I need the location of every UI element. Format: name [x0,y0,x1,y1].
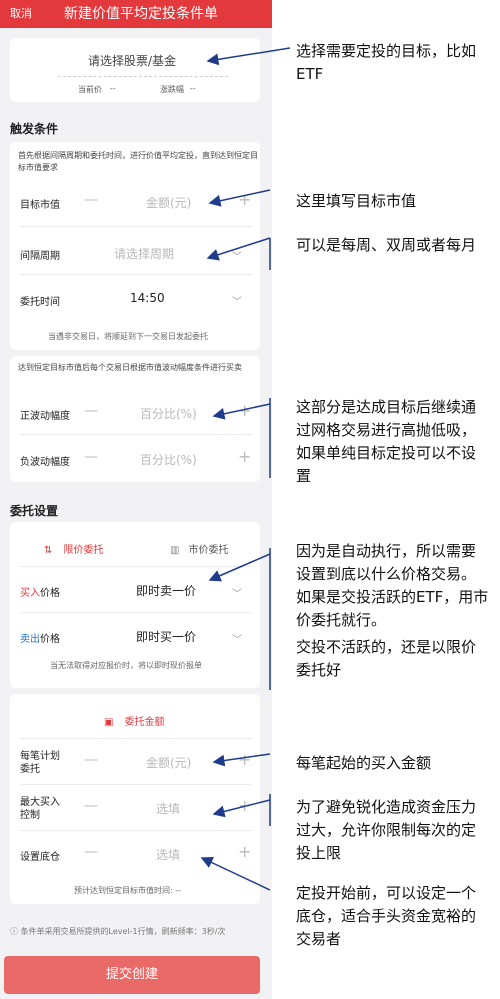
neg-fluct-minus-button[interactable]: — [84,449,98,465]
price-word: 价格 [40,588,60,599]
annotation-order-price: 因为是自动执行，所以需要设置到底以什么价格交易。如果是交投活跃的ETF，用市价委… [296,542,489,629]
footer-note-text: 条件单采用交易所提供的Level-1行情，刷新频率：3秒/次 [20,927,226,936]
base-position-label: 设置底仓 [20,852,60,863]
buy-word: 买入 [20,588,40,599]
divider [20,784,252,785]
target-value-plus-button[interactable]: + [238,190,251,209]
sell-price-select[interactable]: 即时买一价 [136,628,196,645]
chevron-down-icon[interactable]: ﹀ [232,293,242,308]
per-order-label-line1: 每笔计划 [20,751,60,762]
divider [20,226,252,227]
base-position-input[interactable]: 选填 [156,846,180,863]
wallet-icon: ▣ [104,717,114,728]
annotation-fluctuation: 这部分是达成目标后继续通过网格交易进行高抛低吸，如果单纯目标定投可以不设置 [296,398,477,485]
order-section-title: 委托设置 [10,504,59,518]
annotation-base-position: 定投开始前，可以设定一个底仓，适合手头资金宽裕的交易者 [296,884,477,948]
pos-fluct-minus-button[interactable]: — [84,403,98,419]
target-value-input[interactable]: 金额(元) [146,194,191,211]
max-buy-label-line1: 最大买入 [20,797,60,808]
target-value-label: 目标市值 [20,200,60,211]
sell-word: 卖出 [20,634,40,645]
divider [20,434,252,435]
target-card: 请选择股票/基金 当前价 -- 涨跌幅 -- [10,38,260,102]
buy-price-select[interactable]: 即时卖一价 [136,582,196,599]
change-label: 涨跌幅 [160,85,184,94]
pos-fluct-plus-button[interactable]: + [238,401,251,420]
buy-price-label: 买入价格 [20,584,60,599]
current-price-value: -- [110,84,116,93]
footer-note: ⓘ 条件单采用交易所提供的Level-1行情，刷新频率：3秒/次 [10,926,225,937]
time-label: 委托时间 [20,297,60,308]
max-buy-plus-button[interactable]: + [238,796,251,815]
divider [20,274,252,275]
divider [20,738,252,739]
per-order-minus-button[interactable]: — [84,752,98,768]
estimate-note: 预计达到恒定目标市值时间: -- [74,886,182,895]
pos-fluct-input[interactable]: 百分比(%) [140,405,197,422]
trigger-note: 当遇非交易日，将顺延到下一交易日发起委托 [48,332,208,341]
max-buy-input[interactable]: 选填 [156,800,180,817]
page-title: 新建价值平均定投条件单 [64,6,218,22]
max-buy-label-line2: 控制 [20,810,40,821]
tab-market-order[interactable]: ▥ 市价委托 [170,538,229,557]
market-order-icon: ▥ [170,545,180,556]
amount-title-label: 委托金额 [124,717,165,728]
info-icon: ⓘ [10,927,18,936]
max-buy-minus-button[interactable]: — [84,798,98,814]
time-select[interactable]: 14:50 [130,291,165,305]
chevron-down-icon[interactable]: ﹀ [232,631,242,646]
neg-fluct-input[interactable]: 百分比(%) [140,451,197,468]
annotation-target: 选择需要定投的目标，比如ETF [296,42,477,83]
per-order-label: 每笔计划 委托 [20,750,60,776]
submit-button[interactable]: 提交创建 [4,956,260,994]
period-label: 间隔周期 [20,251,60,262]
chevron-down-icon[interactable]: ﹀ [232,585,242,600]
price-word: 价格 [40,634,60,645]
per-order-label-line2: 委托 [20,764,40,775]
neg-fluct-label: 负波动幅度 [20,457,70,468]
base-position-minus-button[interactable]: — [84,844,98,860]
pos-fluct-label: 正波动幅度 [20,411,70,422]
current-price-label: 当前价 [78,85,102,94]
base-position-plus-button[interactable]: + [238,842,251,861]
stock-select[interactable]: 请选择股票/基金 [88,52,176,69]
order-note: 当无法取得对应报价时，将以即时现价报单 [50,661,202,670]
period-select[interactable]: 请选择周期 [114,245,174,262]
max-buy-label: 最大买入 控制 [20,796,60,822]
amount-title: ▣ 委托金额 [104,710,165,729]
tab-limit-order[interactable]: ⇅ 限价委托 [44,538,103,557]
tab-market-label: 市价委托 [188,545,229,556]
annotation-period: 可以是每周、双周或者每月 [296,236,477,254]
annotation-max-buy: 为了避免锐化造成资金压力过大，允许你限制每次的定投上限 [296,798,477,862]
annotation-limit-order: 交投不活跃的，还是以限价委托好 [296,638,477,679]
phone-screen: 取消 新建价值平均定投条件单 请选择股票/基金 当前价 -- 涨跌幅 -- 触发… [0,0,272,999]
annotation-per-order: 每笔起始的买入金额 [296,754,432,772]
neg-fluct-plus-button[interactable]: + [238,447,251,466]
top-bar: 取消 新建价值平均定投条件单 [0,0,272,28]
trigger-desc: 首先根据间隔周期和委托时间，进行价值平均定投，直到达到恒定目标市值要求 [18,151,258,172]
divider [20,566,252,567]
limit-order-icon: ⇅ [44,545,53,556]
annotation-target-value: 这里填写目标市值 [296,192,417,210]
sell-price-label: 卖出价格 [20,630,60,645]
target-dashed-line [58,76,228,77]
per-order-input[interactable]: 金额(元) [146,754,191,771]
fluct-desc: 达到恒定目标市值后每个交易日根据市值波动幅度条件进行买卖 [18,363,242,372]
target-value-minus-button[interactable]: — [84,192,98,208]
chevron-down-icon[interactable]: ﹀ [232,248,242,263]
divider [20,612,252,613]
cancel-button[interactable]: 取消 [10,5,32,21]
trigger-section-title: 触发条件 [10,122,59,136]
tab-limit-label: 限价委托 [63,545,104,556]
per-order-plus-button[interactable]: + [238,750,251,769]
change-value: -- [190,84,196,93]
divider [20,830,252,831]
